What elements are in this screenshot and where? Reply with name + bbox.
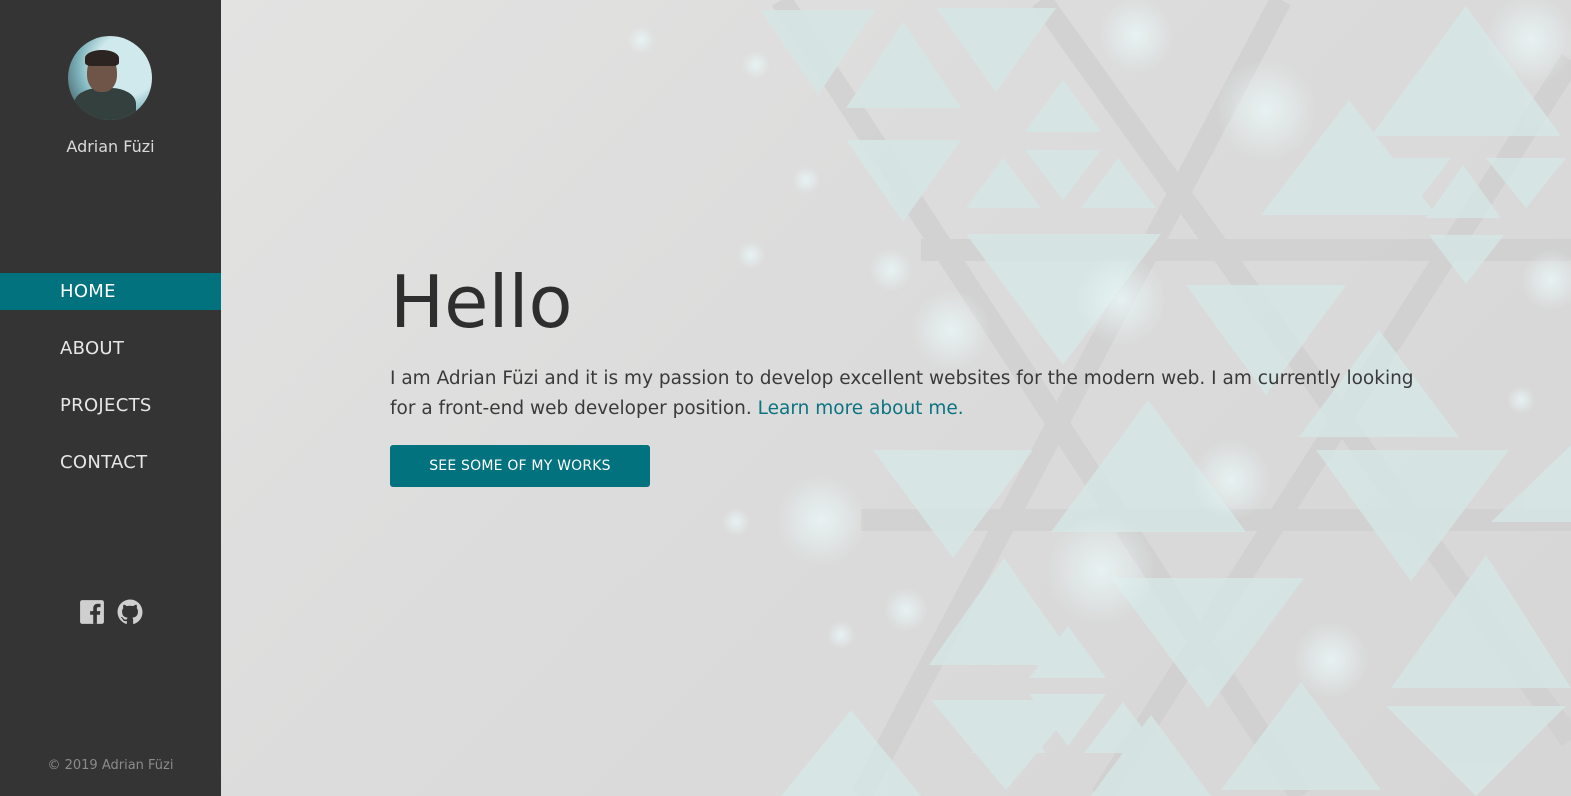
avatar-body xyxy=(74,88,136,120)
page-title: Hello xyxy=(390,260,573,344)
intro-paragraph: I am Adrian Füzi and it is my passion to… xyxy=(390,364,1430,424)
main-content: Hello I am Adrian Füzi and it is my pass… xyxy=(221,0,1571,796)
social-links xyxy=(0,599,221,625)
nav-item-home[interactable]: HOME xyxy=(0,273,221,310)
nav-item-about[interactable]: ABOUT xyxy=(0,330,221,367)
copyright-text: © 2019 Adrian Füzi xyxy=(47,758,174,773)
main-nav: HOME ABOUT PROJECTS CONTACT xyxy=(0,273,221,501)
nav-item-contact[interactable]: CONTACT xyxy=(0,444,221,481)
avatar-hair xyxy=(85,50,119,66)
avatar xyxy=(68,36,152,120)
sidebar: Adrian Füzi HOME ABOUT PROJECTS CONTACT … xyxy=(0,0,221,796)
facebook-icon[interactable] xyxy=(79,599,105,625)
github-icon[interactable] xyxy=(117,599,143,625)
nav-item-projects[interactable]: PROJECTS xyxy=(0,387,221,424)
see-works-button[interactable]: SEE SOME OF MY WORKS xyxy=(390,445,650,487)
profile-name: Adrian Füzi xyxy=(66,137,155,156)
learn-more-link[interactable]: Learn more about me. xyxy=(758,398,964,419)
page: Adrian Füzi HOME ABOUT PROJECTS CONTACT … xyxy=(0,0,1571,796)
hero-section: Hello I am Adrian Füzi and it is my pass… xyxy=(390,262,1430,487)
